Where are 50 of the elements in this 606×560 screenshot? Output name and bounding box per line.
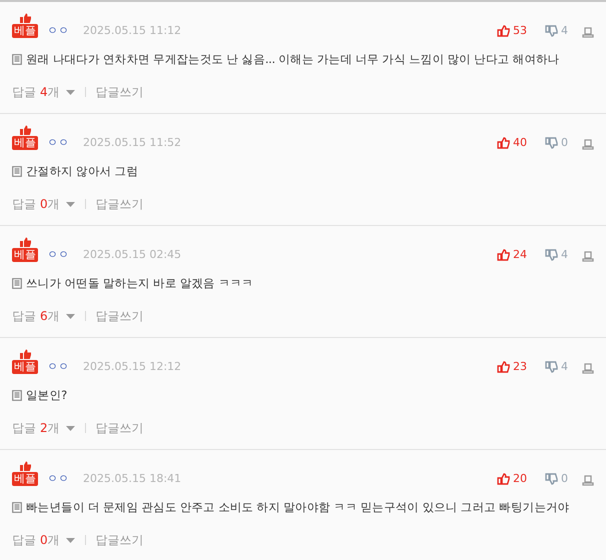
best-badge: 베플 bbox=[12, 248, 38, 262]
comment-date: 2025.05.15 12:12 bbox=[83, 360, 182, 374]
comment-text: 원래 나대다가 연차차면 무게잡는것도 난 싫음... 이해는 가는데 너무 가식 느낌이 많이 난다고 해여하나 bbox=[26, 51, 560, 68]
reply-count[interactable]: 4 bbox=[40, 83, 48, 102]
dislike-count[interactable]: 0 bbox=[561, 472, 568, 486]
author-name: ㅇㅇ bbox=[47, 248, 69, 262]
reply-count[interactable]: 0 bbox=[40, 531, 48, 550]
dislike-count[interactable]: 4 bbox=[561, 24, 568, 38]
reply-unit[interactable]: 개 bbox=[48, 83, 60, 102]
reply-label[interactable]: 답글 bbox=[12, 195, 36, 214]
best-badge: 베플 bbox=[12, 360, 38, 374]
author-name: ㅇㅇ bbox=[47, 360, 69, 374]
reply-unit[interactable]: 개 bbox=[48, 307, 60, 326]
reply-label[interactable]: 답글 bbox=[12, 531, 36, 550]
like-count[interactable]: 20 bbox=[513, 472, 527, 486]
best-badge: 베플 bbox=[12, 136, 38, 150]
write-reply-link[interactable]: 답글쓰기 bbox=[96, 531, 144, 550]
reply-label[interactable]: 답글 bbox=[12, 307, 36, 326]
like-count[interactable]: 23 bbox=[513, 360, 527, 374]
like-count[interactable]: 40 bbox=[513, 136, 527, 150]
reply-unit[interactable]: 개 bbox=[48, 531, 60, 550]
comment-text: 빠는년들이 더 문제임 관심도 안주고 소비도 하지 말아야함 ㅋㅋ 믿는구석이 있으니 그러고 빠팅기는거야 bbox=[26, 499, 570, 516]
write-reply-link[interactable]: 답글쓰기 bbox=[96, 83, 144, 102]
reply-unit[interactable]: 개 bbox=[48, 419, 60, 438]
comment-date: 2025.05.15 18:41 bbox=[83, 472, 182, 486]
best-badge: 베플 bbox=[12, 24, 38, 38]
write-reply-link[interactable]: 답글쓰기 bbox=[96, 419, 144, 438]
write-reply-link[interactable]: 답글쓰기 bbox=[96, 195, 144, 214]
like-count[interactable]: 24 bbox=[513, 248, 527, 262]
author-name: ㅇㅇ bbox=[47, 136, 69, 150]
comment-text: 일본인? bbox=[26, 387, 67, 404]
author-name: ㅇㅇ bbox=[47, 24, 69, 38]
best-badge: 베플 bbox=[12, 472, 38, 486]
comment-date: 2025.05.15 11:52 bbox=[83, 136, 182, 150]
dislike-count[interactable]: 4 bbox=[561, 360, 568, 374]
author-name: ㅇㅇ bbox=[47, 472, 69, 486]
reply-label[interactable]: 답글 bbox=[12, 83, 36, 102]
dislike-count[interactable]: 4 bbox=[561, 248, 568, 262]
comment-date: 2025.05.15 02:45 bbox=[83, 248, 182, 262]
comment-date: 2025.05.15 11:12 bbox=[83, 24, 182, 38]
reply-count[interactable]: 2 bbox=[40, 419, 48, 438]
dislike-count[interactable]: 0 bbox=[561, 136, 568, 150]
write-reply-link[interactable]: 답글쓰기 bbox=[96, 307, 144, 326]
reply-count[interactable]: 6 bbox=[40, 307, 48, 326]
reply-label[interactable]: 답글 bbox=[12, 419, 36, 438]
reply-count[interactable]: 0 bbox=[40, 195, 48, 214]
comment-text: 간절하지 않아서 그럼 bbox=[26, 163, 138, 180]
reply-unit[interactable]: 개 bbox=[48, 195, 60, 214]
like-count[interactable]: 53 bbox=[513, 24, 527, 38]
comment-text: 쓰니가 어떤돌 말하는지 바로 알겠음 ㅋㅋㅋ bbox=[26, 275, 254, 292]
